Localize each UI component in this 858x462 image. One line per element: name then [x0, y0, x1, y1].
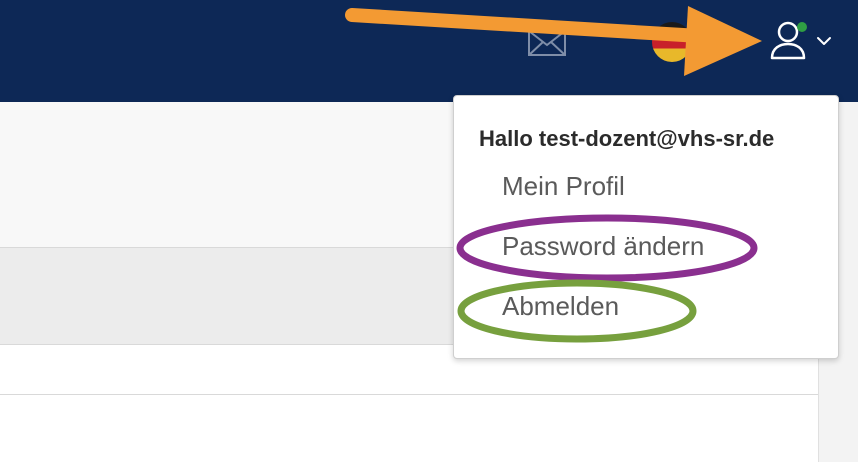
mail-icon[interactable] — [527, 28, 567, 58]
top-navbar — [0, 0, 858, 102]
menu-item-change-password[interactable]: Password ändern — [502, 231, 704, 262]
menu-item-logout[interactable]: Abmelden — [502, 291, 619, 322]
chevron-down-icon[interactable] — [816, 34, 832, 48]
user-menu-dropdown: Hallo test-dozent@vhs-sr.de Mein Profil … — [453, 95, 839, 359]
flag-icon[interactable] — [652, 22, 692, 62]
menu-item-profile[interactable]: Mein Profil — [502, 171, 625, 202]
online-status-dot — [797, 22, 807, 32]
user-greeting: Hallo test-dozent@vhs-sr.de — [479, 126, 775, 151]
app-screen: Hallo test-dozent@vhs-sr.de Mein Profil … — [0, 0, 858, 462]
